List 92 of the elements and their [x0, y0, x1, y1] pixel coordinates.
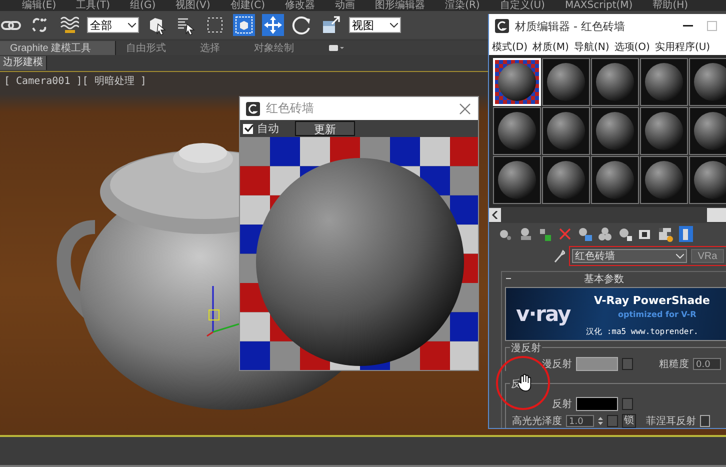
menu-item[interactable]: MAXScript(M): [564, 0, 633, 11]
menu-item[interactable]: 选项(O): [614, 40, 650, 54]
glossiness-label: 高光光泽度: [512, 414, 562, 428]
menu-item[interactable]: 工具(T): [76, 0, 110, 11]
fresnel-checkbox[interactable]: [700, 414, 710, 426]
sphere-icon: [644, 62, 684, 102]
menu-item[interactable]: 模式(D): [492, 40, 528, 54]
bind-icon: [59, 15, 79, 35]
window-crossing-icon: [234, 15, 254, 35]
app-logo-icon: [246, 102, 260, 116]
glossiness-field[interactable]: 1.0: [566, 414, 594, 426]
ribbon-tab[interactable]: 自由形式: [116, 41, 190, 55]
sphere-icon: [497, 111, 537, 151]
sphere-tool-icon[interactable]: [617, 226, 633, 242]
group-title: 漫反射: [510, 341, 542, 355]
sphere-icon: [644, 111, 684, 151]
caret-icon: [676, 254, 684, 258]
move-tool-button[interactable]: [262, 14, 284, 36]
hand-cursor-icon: [518, 374, 532, 392]
app-logo-icon: [495, 19, 509, 33]
window-title: 材质编辑器 - 红色砖墙: [515, 18, 626, 34]
banner-subtitle: optimized for V-R: [618, 310, 696, 319]
menu-item[interactable]: 视图(V): [176, 0, 210, 11]
caret-icon: [128, 22, 136, 28]
active-tool-icon[interactable]: [677, 226, 693, 242]
sphere-icon: [546, 111, 586, 151]
rollout-title[interactable]: 基本参数: [511, 272, 726, 286]
sphere-icon: [595, 160, 635, 200]
menu-item[interactable]: 创建(C): [230, 0, 266, 11]
chevron-left-icon: [492, 211, 498, 219]
sphere-icon: [595, 111, 635, 151]
scale-icon: [321, 15, 341, 35]
scrollbar-thumb[interactable]: [707, 208, 726, 222]
menu-item[interactable]: 导航(N): [574, 40, 610, 54]
ribbon-panel-tab[interactable]: 边形建模: [0, 56, 47, 70]
sphere-icon: [497, 160, 537, 200]
reflection-color-swatch[interactable]: [576, 396, 618, 410]
rect-region-icon: [205, 15, 225, 35]
sphere-icon: [497, 62, 537, 102]
scroll-left-button[interactable]: [489, 208, 501, 222]
dropdown[interactable]: 视图: [349, 17, 401, 33]
menu-item[interactable]: 动画: [335, 0, 356, 11]
move-icon: [263, 15, 283, 35]
menu-item[interactable]: 实用程序(U): [654, 40, 710, 54]
rotate-icon: [292, 15, 312, 35]
lock-toggle[interactable]: 锁: [622, 414, 636, 428]
spinner-icon[interactable]: [598, 414, 603, 426]
sphere-icon: [546, 160, 586, 200]
rotate-tool-button[interactable]: [291, 14, 313, 36]
bind-tool-button[interactable]: [58, 14, 80, 36]
auto-label: 自动: [257, 121, 279, 136]
ribbon-tab[interactable]: Graphite 建模工具: [0, 41, 116, 55]
fresnel-label: 菲涅耳反射: [646, 414, 696, 428]
update-button[interactable]: 更新: [295, 121, 355, 136]
scale-tool-button[interactable]: [320, 14, 342, 36]
sphere-icon: [546, 62, 586, 102]
roughness-field[interactable]: 0.0: [693, 358, 721, 370]
ribbon-tab[interactable]: 选择: [190, 41, 244, 55]
material-name-dropdown[interactable]: 红色砖墙: [572, 249, 687, 263]
menu-item[interactable]: 材质(M): [532, 40, 569, 54]
ribbon-tab[interactable]: 对象绘制: [244, 41, 318, 55]
menu-item[interactable]: 帮助(H): [652, 0, 688, 11]
swap-icon[interactable]: [537, 226, 553, 242]
diffuse-color-swatch[interactable]: [576, 356, 618, 370]
window-title: 红色砖墙: [266, 100, 315, 117]
auto-checkbox[interactable]: [243, 124, 253, 134]
select-icon: [147, 15, 167, 35]
banner-credit: 汉化 :ma5 www.toprender.: [586, 326, 698, 337]
minimize-icon: [683, 25, 693, 27]
roughness-label: 粗糙度: [659, 358, 689, 370]
material-type-button[interactable]: VRa: [691, 249, 724, 263]
close-button[interactable]: [458, 102, 472, 116]
reflection-label: 反射: [552, 398, 572, 410]
eyedropper-icon[interactable]: [553, 249, 565, 263]
vray-logo: v·ray: [516, 302, 570, 326]
maximize-icon: [707, 21, 717, 31]
check-icon: [244, 124, 252, 133]
sphere-icon: [595, 62, 635, 102]
viewport-label: [ Camera001 ][ 明暗处理 ]: [4, 74, 146, 88]
sphere-tool-icon[interactable]: [577, 226, 593, 242]
menu-item[interactable]: 组(G): [130, 0, 156, 11]
checker-icon[interactable]: [657, 226, 673, 242]
sphere-icon: [644, 160, 684, 200]
close-icon: [458, 102, 472, 116]
spheres-icon[interactable]: [597, 226, 613, 242]
product-title: V-Ray PowerShade: [594, 294, 710, 307]
menu-item[interactable]: 图形编辑器: [375, 0, 426, 11]
caret-icon: [390, 22, 398, 28]
dropdown[interactable]: 全部: [87, 17, 139, 33]
window-crossing-tool-button[interactable]: [233, 14, 255, 36]
menu-item[interactable]: 编辑(E): [22, 0, 56, 11]
menu-item[interactable]: 修改器: [285, 0, 316, 11]
